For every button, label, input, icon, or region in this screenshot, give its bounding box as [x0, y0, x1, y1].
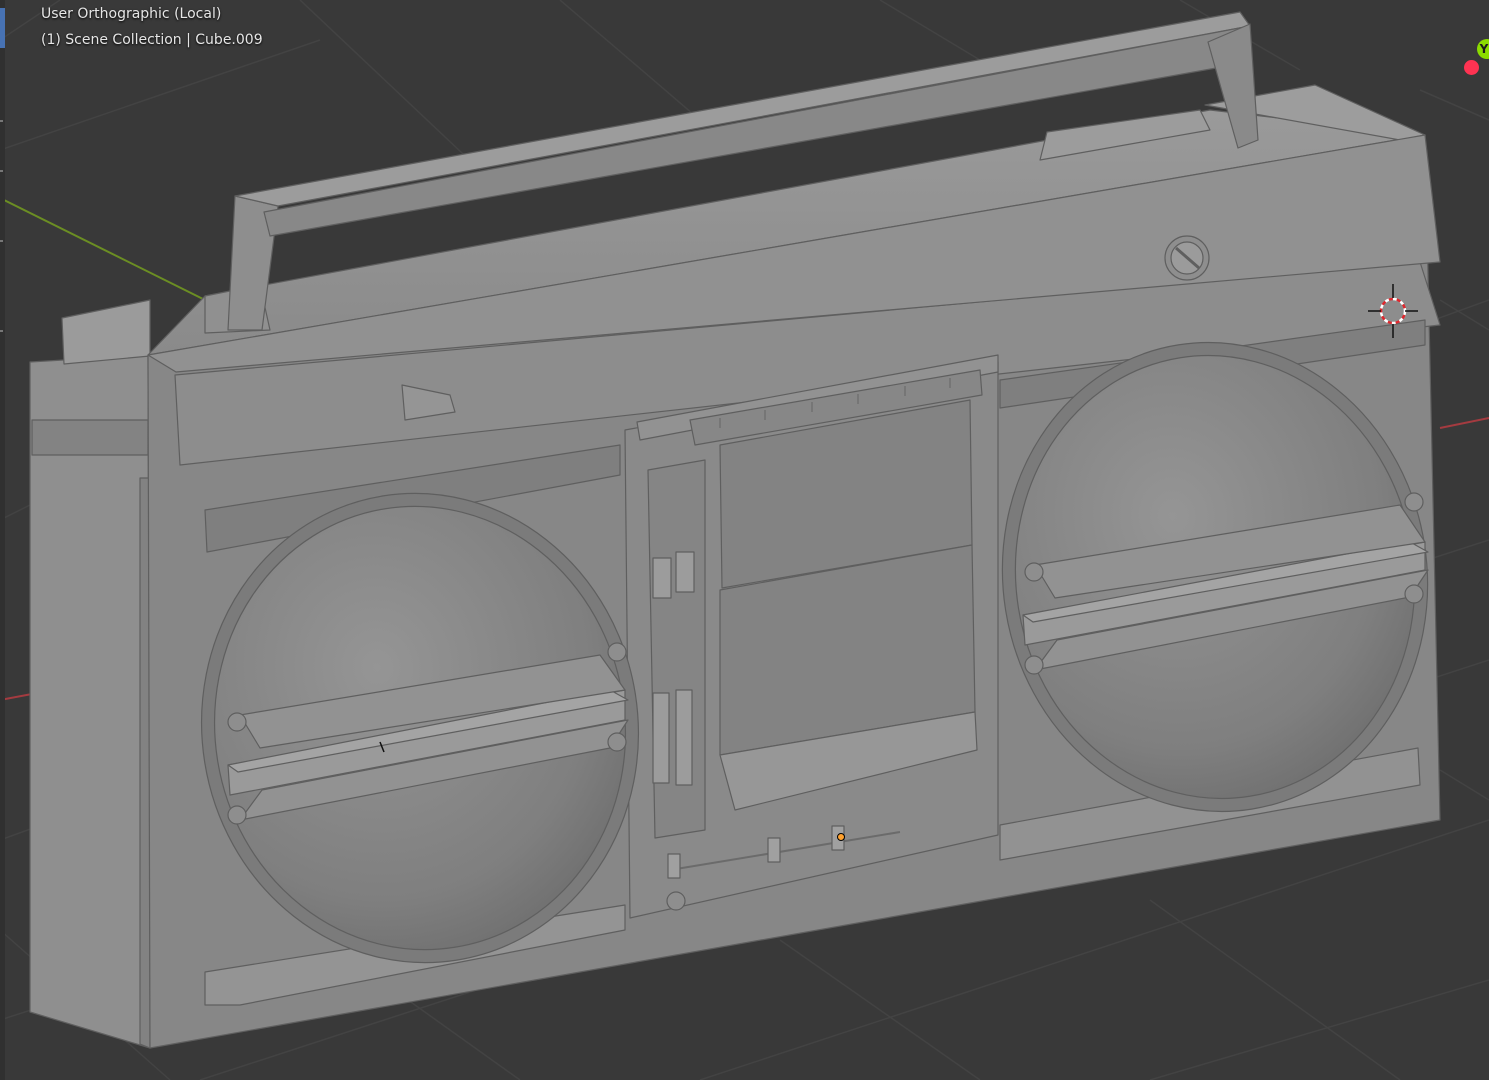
toolbar-divider	[0, 330, 3, 332]
toolbar-divider	[0, 120, 3, 122]
origin-point-icon	[837, 833, 845, 841]
x-axis-line-right	[1439, 417, 1489, 429]
3d-viewport[interactable]	[0, 0, 1489, 1080]
y-axis-line	[0, 197, 206, 301]
gizmo-y-axis[interactable]: Y	[1477, 39, 1489, 59]
side-face-upper	[61, 299, 151, 365]
gizmo-x-axis[interactable]	[1464, 60, 1479, 75]
volume-knob[interactable]	[1164, 235, 1210, 281]
side-face-groove	[31, 419, 149, 456]
view-name-label: User Orthographic (Local)	[41, 6, 222, 22]
toolbar-edge[interactable]	[0, 0, 5, 1080]
navigation-gizmo[interactable]: Y	[1449, 0, 1489, 90]
panel-screw	[666, 891, 686, 911]
boombox-model[interactable]	[29, 11, 1461, 1049]
collection-info-label: (1) Scene Collection | Cube.009	[41, 32, 263, 48]
side-face	[29, 354, 151, 1049]
toolbar-divider	[0, 240, 3, 242]
active-tool-tab[interactable]	[0, 8, 5, 48]
toolbar-divider	[0, 170, 3, 172]
